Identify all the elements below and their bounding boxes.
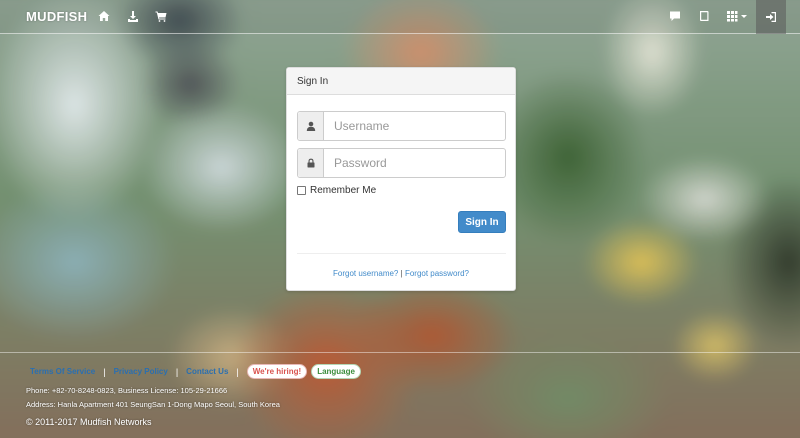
footer-links: Terms Of Service | Privacy Policy | Cont…	[26, 364, 361, 379]
footer-separator: |	[236, 366, 239, 377]
forgot-links: Forgot username? | Forgot password?	[287, 269, 515, 278]
book-icon[interactable]	[697, 9, 711, 23]
download-icon[interactable]	[126, 9, 140, 23]
login-icon	[766, 12, 776, 22]
username-input[interactable]	[324, 112, 505, 140]
cart-icon[interactable]	[154, 9, 168, 23]
grid-menu-icon[interactable]	[725, 9, 739, 23]
forgot-separator: |	[400, 269, 403, 278]
login-button[interactable]	[756, 0, 786, 34]
language-button[interactable]: Language	[311, 364, 361, 379]
privacy-link[interactable]: Privacy Policy	[110, 365, 172, 378]
password-field[interactable]	[297, 148, 506, 178]
footer-separator: |	[175, 366, 179, 377]
lock-icon	[298, 149, 324, 177]
panel-title: Sign In	[287, 68, 515, 95]
user-icon	[298, 112, 324, 140]
address-info: Address: Hanla Apartment 401 SeungSan 1-…	[26, 400, 280, 409]
terms-link[interactable]: Terms Of Service	[26, 365, 99, 378]
signin-button[interactable]: Sign In	[458, 211, 506, 233]
footer-separator: |	[103, 366, 106, 377]
top-navbar: MUDFISH	[0, 0, 800, 34]
chat-icon[interactable]	[668, 9, 682, 23]
username-field[interactable]	[297, 111, 506, 141]
password-input[interactable]	[324, 149, 505, 177]
chevron-down-icon[interactable]	[741, 15, 747, 18]
panel-divider	[297, 253, 506, 254]
remember-me-checkbox[interactable]	[297, 186, 306, 195]
copyright: © 2011-2017 Mudfish Networks	[26, 417, 152, 427]
remember-me[interactable]: Remember Me	[297, 185, 376, 196]
remember-me-label: Remember Me	[310, 185, 377, 196]
signin-panel: Sign In Remember Me Sign In Forgot usern…	[286, 67, 516, 291]
contact-link[interactable]: Contact Us	[182, 365, 232, 378]
brand-logo[interactable]: MUDFISH	[26, 9, 87, 24]
hiring-badge[interactable]: We're hiring!	[246, 364, 308, 379]
forgot-password-link[interactable]: Forgot password?	[405, 269, 469, 278]
home-icon[interactable]	[97, 9, 111, 23]
footer-divider	[0, 352, 800, 353]
phone-info: Phone: +82-70-8248-0823, Business Licens…	[26, 386, 228, 395]
forgot-username-link[interactable]: Forgot username?	[333, 269, 398, 278]
